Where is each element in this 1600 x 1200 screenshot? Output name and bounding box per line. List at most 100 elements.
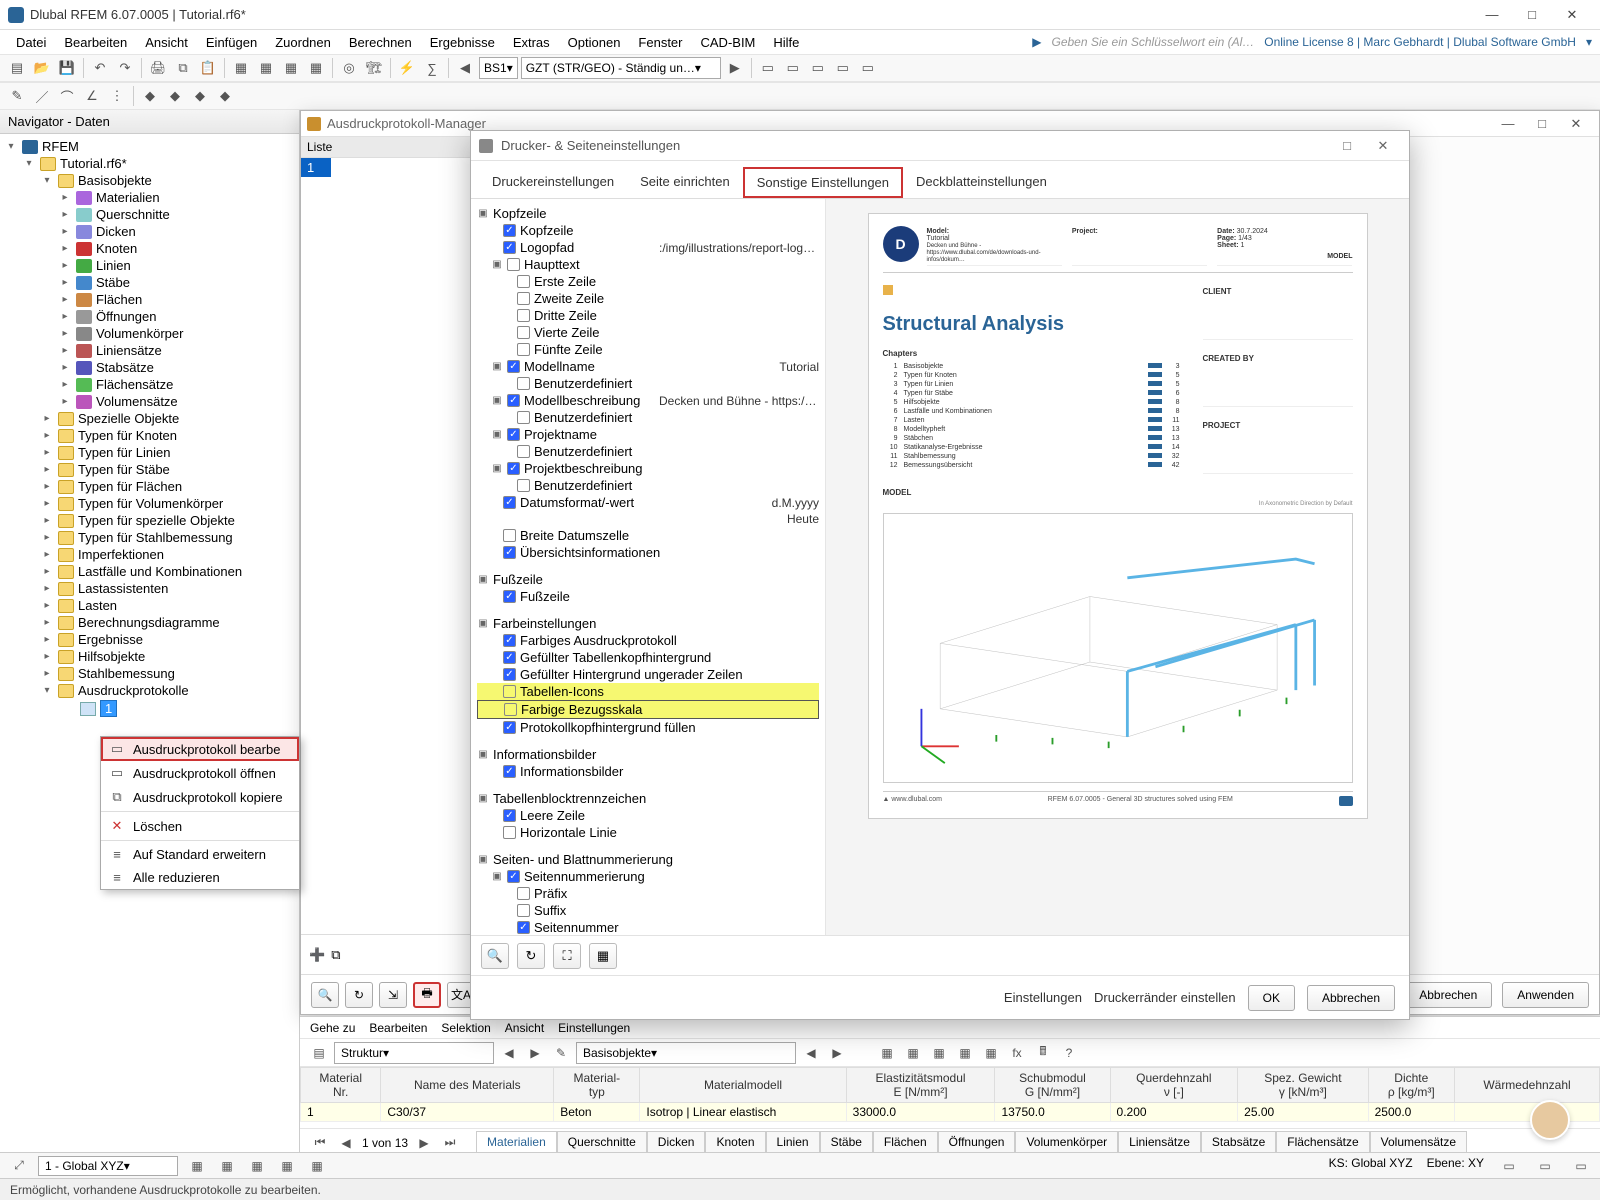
pm-list[interactable]: 1 xyxy=(301,158,470,934)
cb-projektbesch[interactable]: ✓ xyxy=(507,462,520,475)
cb-seitennum[interactable]: ✓ xyxy=(507,870,520,883)
tree-model[interactable]: Tutorial.rf6* xyxy=(60,156,127,171)
cb-hauptchild[interactable] xyxy=(517,343,530,356)
bz-i5-icon[interactable]: ▦ xyxy=(980,1042,1002,1064)
bz-i4-icon[interactable]: ▦ xyxy=(954,1042,976,1064)
cb-tbt0[interactable]: ✓ xyxy=(503,809,516,822)
calc-icon[interactable]: ∑ xyxy=(421,57,443,79)
cb-uebersicht[interactable]: ✓ xyxy=(503,546,516,559)
bz-tab[interactable]: Materialien xyxy=(476,1131,557,1154)
tree-folder[interactable]: Typen für Knoten xyxy=(78,428,177,443)
cb-benutzer1[interactable] xyxy=(517,377,530,390)
cb-benutzer4[interactable] xyxy=(517,479,530,492)
pm-list-item-1[interactable]: 1 xyxy=(301,158,331,177)
bz-tab[interactable]: Knoten xyxy=(705,1131,765,1154)
dlg-margins-link[interactable]: Druckerränder einstellen xyxy=(1094,990,1236,1005)
tree-printout-1[interactable]: 1 xyxy=(100,700,117,717)
cb-sn1[interactable] xyxy=(517,904,530,917)
node-seiten[interactable]: Seiten- und Blattnummerierung xyxy=(493,852,673,867)
menu-cadbim[interactable]: CAD-BIM xyxy=(693,32,764,53)
tree-folder[interactable]: Hilfsobjekte xyxy=(78,649,145,664)
pm-search-button[interactable]: 🔍 xyxy=(311,982,339,1008)
bz-next-icon[interactable]: ▶ xyxy=(524,1042,546,1064)
sb-r1-icon[interactable]: ▭ xyxy=(1498,1156,1520,1176)
menu-optionen[interactable]: Optionen xyxy=(560,32,629,53)
dlg-close-button[interactable]: ✕ xyxy=(1365,134,1401,158)
cb-projektname[interactable]: ✓ xyxy=(507,428,520,441)
pm-dup-icon[interactable]: ⧉ xyxy=(331,947,340,963)
build-icon[interactable]: 🏗 xyxy=(363,57,385,79)
bz-tab[interactable]: Flächen xyxy=(873,1131,938,1154)
bz-prev2-icon[interactable]: ◀ xyxy=(800,1042,822,1064)
menu-zuordnen[interactable]: Zuordnen xyxy=(267,32,339,53)
menu-extras[interactable]: Extras xyxy=(505,32,558,53)
menu-ansicht[interactable]: Ansicht xyxy=(137,32,196,53)
bolt-icon[interactable]: ⚡ xyxy=(396,57,418,79)
dlg-grid-button[interactable]: ▦ xyxy=(589,943,617,969)
bz-menu-edit[interactable]: Bearbeiten xyxy=(369,1021,427,1035)
bz-table[interactable]: MaterialNr.Name des MaterialsMaterial-ty… xyxy=(300,1067,1600,1128)
sb-g3-icon[interactable]: ▦ xyxy=(246,1156,268,1176)
tree-folder[interactable]: Typen für Stäbe xyxy=(78,462,170,477)
cb-farb0[interactable]: ✓ xyxy=(503,634,516,647)
bz-i3-icon[interactable]: ▦ xyxy=(928,1042,950,1064)
node-info[interactable]: Informationsbilder xyxy=(493,747,596,762)
cb-haupttext[interactable] xyxy=(507,258,520,271)
cb-hauptchild[interactable] xyxy=(517,292,530,305)
bz-menu-settings[interactable]: Einstellungen xyxy=(558,1021,630,1035)
bz-prev-icon[interactable]: ◀ xyxy=(498,1042,520,1064)
dlg-refresh-button[interactable]: ↻ xyxy=(517,943,545,969)
tab-druckereinstellungen[interactable]: Druckereinstellungen xyxy=(479,167,627,198)
cb-farb1[interactable]: ✓ xyxy=(503,651,516,664)
menu-berechnen[interactable]: Berechnen xyxy=(341,32,420,53)
left-icon[interactable]: ◀ xyxy=(454,57,476,79)
cb-hauptchild[interactable] xyxy=(517,275,530,288)
bz-nextp-icon[interactable]: ▶ xyxy=(414,1133,434,1153)
tree-basis-item[interactable]: Liniensätze xyxy=(96,343,162,358)
combination-combo[interactable]: GZT (STR/GEO) - Ständig un… ▾ xyxy=(521,57,721,79)
tree-folder[interactable]: Imperfektionen xyxy=(78,547,164,562)
menu-ergebnisse[interactable]: Ergebnisse xyxy=(422,32,503,53)
tree-folder[interactable]: Stahlbemessung xyxy=(78,666,175,681)
cb-benutzer3[interactable] xyxy=(517,445,530,458)
dlg-settings-link[interactable]: Einstellungen xyxy=(1004,990,1082,1005)
view5-icon[interactable]: ▭ xyxy=(857,57,879,79)
pm-refresh-button[interactable]: ↻ xyxy=(345,982,373,1008)
bz-i2-icon[interactable]: ▦ xyxy=(902,1042,924,1064)
dlg-settings-tree[interactable]: ▣Kopfzeile ✓Kopfzeile ✓Logopfad:/img/ill… xyxy=(471,199,826,935)
search-icon[interactable]: ▶ xyxy=(1032,35,1041,49)
cb-farb4[interactable] xyxy=(504,703,517,716)
bz-tab[interactable]: Flächensätze xyxy=(1276,1131,1369,1154)
bz-tab[interactable]: Linien xyxy=(766,1131,820,1154)
bz-i6-icon[interactable]: fx xyxy=(1006,1042,1028,1064)
view3-icon[interactable]: ▭ xyxy=(807,57,829,79)
grid3-icon[interactable]: ▦ xyxy=(280,57,302,79)
bz-combo-struktur[interactable]: Struktur ▾ xyxy=(334,1042,494,1064)
cb-tbt1[interactable] xyxy=(503,826,516,839)
tree-basis[interactable]: Basisobjekte xyxy=(78,173,152,188)
bz-prevp-icon[interactable]: ◀ xyxy=(336,1133,356,1153)
tab-deckblatt[interactable]: Deckblatteinstellungen xyxy=(903,167,1060,198)
bz-i1-icon[interactable]: ▦ xyxy=(876,1042,898,1064)
bz-tab[interactable]: Dicken xyxy=(647,1131,706,1154)
tree-basis-item[interactable]: Materialien xyxy=(96,190,160,205)
ctx-open[interactable]: ▭Ausdruckprotokoll öffnen xyxy=(101,761,299,785)
right-icon[interactable]: ▶ xyxy=(724,57,746,79)
menu-fenster[interactable]: Fenster xyxy=(630,32,690,53)
tree-folder[interactable]: Lasten xyxy=(78,598,117,613)
tree-basis-item[interactable]: Knoten xyxy=(96,241,137,256)
bz-tab[interactable]: Stabsätze xyxy=(1201,1131,1276,1154)
node-kopfzeile[interactable]: Kopfzeile xyxy=(493,206,546,221)
bz-menu-view[interactable]: Ansicht xyxy=(505,1021,544,1035)
sb-g1-icon[interactable]: ▦ xyxy=(186,1156,208,1176)
cb-kopfzeile[interactable]: ✓ xyxy=(503,224,516,237)
tree-basis-item[interactable]: Linien xyxy=(96,258,131,273)
minimize-button[interactable]: — xyxy=(1472,1,1512,29)
cb-hauptchild[interactable] xyxy=(517,326,530,339)
cb-info[interactable]: ✓ xyxy=(503,765,516,778)
dlg-ok-button[interactable]: OK xyxy=(1248,985,1295,1011)
pm-add-icon[interactable]: ➕ xyxy=(309,947,325,963)
arc-icon[interactable]: ⌒ xyxy=(56,85,78,107)
cb-breitedatum[interactable] xyxy=(503,529,516,542)
tree-folder[interactable]: Typen für Linien xyxy=(78,445,171,460)
